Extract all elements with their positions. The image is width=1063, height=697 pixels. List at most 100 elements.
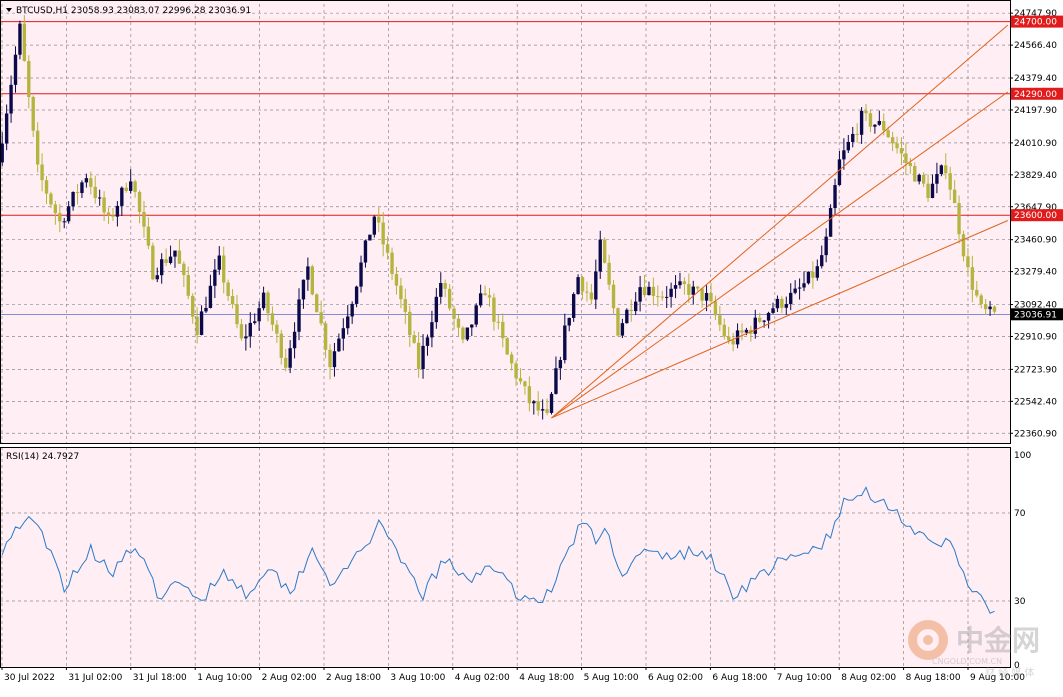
candle-body (873, 124, 877, 127)
candle-body (381, 222, 385, 245)
candle-body (611, 284, 616, 309)
candle-body (904, 153, 908, 163)
candle-body (926, 183, 930, 199)
price-tick-label: 23460.90 (1014, 236, 1057, 246)
candle-body (567, 317, 571, 326)
price-tick-label: 22542.40 (1014, 397, 1057, 407)
candle-body (527, 386, 532, 404)
candle-body (877, 120, 882, 125)
candle-body (377, 216, 381, 223)
candle-body (492, 297, 496, 322)
candle-body (248, 322, 252, 337)
candle-body (669, 288, 673, 297)
candle-body (13, 54, 18, 85)
candle-body (217, 255, 221, 270)
candle-body (842, 150, 846, 160)
candle-body (540, 409, 545, 411)
candle-body (474, 305, 478, 325)
candle-body (319, 312, 323, 324)
candle-body (93, 186, 97, 198)
candle-body (589, 292, 594, 300)
candle-body (186, 275, 190, 296)
candle-body (173, 250, 177, 257)
candle-body (128, 181, 133, 191)
candle-body (49, 193, 53, 205)
candle-body (784, 304, 788, 308)
candle-body (53, 204, 58, 214)
candle-body (102, 197, 106, 213)
candle-body (447, 288, 452, 309)
candle-body (828, 208, 833, 237)
candle-body (957, 203, 961, 235)
candle-body (811, 271, 815, 278)
trading-chart[interactable]: 24747.90 24566.40 24379.40 24197.90 24010.90… (0, 0, 1063, 693)
candle-body (616, 308, 620, 336)
candle-body (576, 277, 580, 295)
candle-body (988, 306, 992, 310)
candle-body (722, 324, 726, 337)
candle-body (337, 338, 341, 352)
candle-body (164, 259, 168, 263)
level-price-tag-label: 24290.00 (1014, 90, 1057, 100)
candle-body (230, 296, 235, 305)
candle-body (58, 213, 62, 222)
candle-body (425, 337, 430, 346)
candle-body (213, 269, 217, 286)
candle-body (944, 165, 948, 174)
candle-body (27, 60, 31, 98)
symbol-line: BTCUSD,H1 23058.93 23083.07 22996.28 230… (16, 6, 251, 16)
current-price-tag-label: 23036.91 (1014, 310, 1057, 320)
candle-body (301, 279, 306, 300)
candle-body (868, 113, 873, 127)
time-tick-label: 6 Aug 18:00 (712, 673, 767, 683)
candle-body (195, 316, 199, 335)
candle-body (696, 286, 700, 289)
candle-body (682, 281, 687, 285)
time-tick-label: 7 Aug 10:00 (777, 673, 832, 683)
candle-body (310, 266, 314, 295)
candle-body (483, 293, 487, 296)
candle-body (177, 250, 182, 264)
candle-body (332, 351, 337, 368)
candle-body (44, 180, 49, 194)
candle-body (935, 173, 939, 184)
candle-body (235, 304, 239, 325)
candle-body (704, 292, 709, 301)
time-tick-label: 2 Aug 18:00 (326, 673, 381, 683)
candle-body (642, 287, 647, 296)
candle-body (851, 133, 855, 142)
candle-body (625, 309, 629, 324)
candle-body (40, 164, 44, 181)
candle-body (385, 244, 390, 253)
candle-body (275, 324, 279, 334)
candle-body (394, 273, 399, 286)
candle-body (120, 187, 124, 206)
candle-body (182, 263, 186, 276)
candle-body (478, 293, 483, 306)
candle-body (279, 333, 283, 358)
candle-body (536, 401, 540, 411)
candle-body (71, 192, 75, 207)
candle-body (323, 323, 328, 350)
candle-body (771, 308, 775, 313)
candle-body (846, 141, 850, 151)
candle-body (266, 292, 270, 314)
candle-body (806, 271, 811, 284)
candle-body (253, 321, 257, 323)
candle-body (647, 286, 651, 296)
time-tick-label: 1 Aug 10:00 (197, 673, 252, 683)
candle-body (9, 84, 13, 114)
candle-body (509, 354, 514, 364)
candle-body (678, 281, 682, 286)
candle-body (917, 174, 921, 182)
candle-body (66, 206, 71, 222)
candle-body (284, 357, 288, 368)
candle-body (35, 130, 40, 165)
candle-body (496, 321, 501, 323)
candle-body (580, 277, 585, 292)
candle-body (341, 328, 345, 339)
candle-body (594, 271, 598, 300)
price-tick-label: 22723.90 (1014, 365, 1057, 375)
candle-body (651, 286, 656, 297)
candle-body (740, 330, 744, 333)
